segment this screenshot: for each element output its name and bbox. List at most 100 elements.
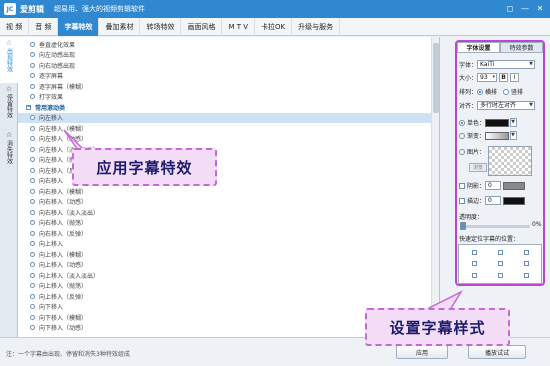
tab-appear-effects[interactable]: ☆ 出现特效 xyxy=(0,37,18,83)
stroke-checkbox[interactable] xyxy=(459,197,465,204)
effect-list-item[interactable]: 向右移入（反弹） xyxy=(18,228,432,238)
image-radio[interactable] xyxy=(459,148,465,155)
size-input[interactable]: 93 ▾ xyxy=(477,73,498,82)
vertical-radio[interactable] xyxy=(503,88,510,95)
stroke-color-swatch[interactable] xyxy=(503,196,526,205)
radio-icon xyxy=(30,293,35,299)
effect-list-item[interactable]: 逐字屏幕 xyxy=(18,71,432,81)
scroll-thumb[interactable] xyxy=(433,43,439,113)
minimize-icon[interactable]: — xyxy=(519,3,531,14)
effect-label: 向下移入 xyxy=(39,304,64,311)
layout-row: 排列： 横排 竖排 xyxy=(459,87,523,96)
stroke-row: 描边： 0 xyxy=(459,196,526,205)
effect-list-item[interactable]: 垂直虚化效果 xyxy=(18,39,432,49)
gradient-radio[interactable] xyxy=(459,132,465,139)
gradient-swatch[interactable] xyxy=(485,131,510,140)
radio-icon xyxy=(30,157,35,162)
position-bottom-center[interactable] xyxy=(487,270,513,281)
position-top-left[interactable] xyxy=(461,247,487,258)
menu-mtv[interactable]: M T V xyxy=(222,17,256,36)
window-controls: ◻ — ✕ xyxy=(504,3,546,14)
solid-color-swatch[interactable] xyxy=(485,118,510,127)
gradient-row: 渐变： ▼ xyxy=(459,131,518,140)
shadow-input[interactable]: 0 xyxy=(485,181,502,190)
effect-list-item[interactable]: 向上移入（淡入淡出） xyxy=(18,270,432,280)
radio-icon xyxy=(30,62,35,68)
effect-list-item[interactable]: 向右移入（抛荡） xyxy=(18,218,432,228)
opacity-slider-handle[interactable] xyxy=(460,222,466,230)
menu-overlay[interactable]: 叠加素材 xyxy=(99,17,141,36)
image-preview xyxy=(488,146,532,176)
menu-video[interactable]: 视 频 xyxy=(0,17,30,36)
align-row: 对齐： 多行时左对齐 ▼ xyxy=(459,101,536,110)
preview-button[interactable]: 播放试试 xyxy=(468,345,526,359)
effect-list-item[interactable]: 向上移入（模糊） xyxy=(18,249,432,259)
position-top-right[interactable] xyxy=(513,247,539,258)
effect-label: 向右移入（抛荡） xyxy=(39,220,88,227)
tab-disappear-effects[interactable]: ☆ 消失特效 xyxy=(0,129,18,175)
gradient-label: 渐变： xyxy=(467,133,486,140)
position-bottom-left[interactable] xyxy=(461,270,487,281)
position-middle-left[interactable] xyxy=(461,258,487,269)
bold-button[interactable]: B xyxy=(499,73,509,82)
shadow-checkbox[interactable] xyxy=(459,182,465,189)
shadow-color-swatch[interactable] xyxy=(503,181,526,190)
effect-list-item[interactable]: 打字效果 xyxy=(18,92,432,102)
effect-list-item[interactable]: 向右移入（动感） xyxy=(18,197,432,207)
app-slogan: 超易用、强大的视频剪辑软件 xyxy=(54,5,145,13)
tab-label: 消失特效 xyxy=(5,140,13,164)
effect-list-item[interactable]: 向右移入（模糊） xyxy=(18,186,432,196)
maximize-icon[interactable]: ◻ xyxy=(504,3,516,14)
position-top-center[interactable] xyxy=(487,247,513,258)
solid-color-radio[interactable] xyxy=(459,119,465,126)
font-label: 字体： xyxy=(459,62,478,69)
effect-list-item[interactable]: 向左动感出现 xyxy=(18,50,432,60)
menu-subtitle-effects[interactable]: 字幕特效 xyxy=(58,17,100,36)
menu-karaoke[interactable]: 卡拉OK xyxy=(255,17,293,36)
menu-upgrade[interactable]: 升级与服务 xyxy=(292,17,341,36)
position-middle-right[interactable] xyxy=(513,258,539,269)
tab-font-settings[interactable]: 字体设置 xyxy=(457,42,500,53)
image-row: 图片： xyxy=(459,147,485,156)
align-select[interactable]: 多行时左对齐 ▼ xyxy=(477,101,536,110)
effect-label: 向下移入（动感） xyxy=(39,325,88,332)
font-select[interactable]: KaiTi ▼ xyxy=(477,60,536,69)
horizontal-radio[interactable] xyxy=(477,88,484,95)
italic-button[interactable]: I xyxy=(510,73,520,82)
effect-list-item[interactable]: 逐字屏幕（模糊） xyxy=(18,81,432,91)
radio-icon xyxy=(30,136,35,141)
effect-list-item[interactable]: 向左移入 xyxy=(18,112,432,123)
chevron-down-icon: ▼ xyxy=(511,132,516,138)
effect-list-item[interactable]: 向上移入（动感） xyxy=(18,260,432,270)
close-icon[interactable]: ✕ xyxy=(534,3,546,14)
solid-color-dropdown[interactable]: ▼ xyxy=(510,118,518,127)
stroke-input[interactable]: 0 xyxy=(485,196,502,205)
apply-button[interactable]: 应用 xyxy=(396,345,448,359)
opacity-value: 0% xyxy=(532,221,542,228)
effect-list-item[interactable]: 向上移入（反弹） xyxy=(18,291,432,301)
tab-effect-params[interactable]: 特效参数 xyxy=(500,42,543,53)
image-label: 图片： xyxy=(467,149,486,156)
effect-list-item[interactable]: 向右动感出现 xyxy=(18,60,432,70)
browse-button[interactable]: 浏览 xyxy=(469,163,487,172)
category-header[interactable]: − 常用滚动类 xyxy=(18,102,432,112)
tab-stay-effects[interactable]: ☆ 停留特效 xyxy=(0,83,18,129)
vertical-label: 竖排 xyxy=(511,89,524,96)
shadow-label: 阴影： xyxy=(467,183,486,190)
opacity-slider[interactable] xyxy=(462,225,530,228)
effect-list-item[interactable]: 向上移入 xyxy=(18,239,432,249)
radio-icon xyxy=(30,188,35,194)
position-bottom-right[interactable] xyxy=(513,270,539,281)
effect-list-item[interactable]: 向上移入（抛荡） xyxy=(18,281,432,291)
layout-label: 排列： xyxy=(459,89,478,96)
radio-icon xyxy=(30,167,35,173)
radio-icon xyxy=(30,94,35,99)
radio-icon xyxy=(30,52,35,57)
menu-picture-style[interactable]: 画面风格 xyxy=(181,17,223,36)
radio-icon xyxy=(30,115,35,120)
position-center[interactable] xyxy=(487,258,513,269)
menu-transitions[interactable]: 转场特效 xyxy=(140,17,182,36)
menu-audio[interactable]: 音 频 xyxy=(29,17,59,36)
effect-list-item[interactable]: 向右移入（淡入淡出） xyxy=(18,207,432,217)
gradient-dropdown[interactable]: ▼ xyxy=(510,131,518,140)
